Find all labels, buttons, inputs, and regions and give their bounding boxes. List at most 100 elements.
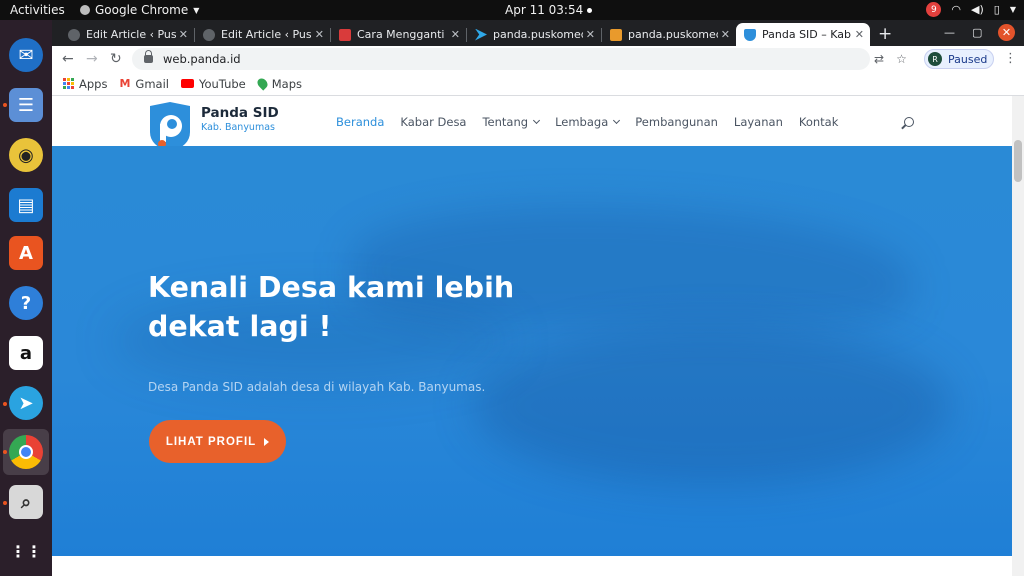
close-icon[interactable]: ✕ [855,28,864,41]
system-top-bar: Activities Google Chrome ▼ Apr 11 03:54 … [0,0,1024,20]
bookmark-maps[interactable]: Maps [255,76,303,91]
show-applications-icon[interactable]: ⋮⋮ [9,534,43,568]
close-icon[interactable]: ✕ [586,28,595,41]
app-center-icon[interactable]: A [9,236,43,270]
thunderbird-icon[interactable]: ✉ [9,38,43,72]
rhythmbox-icon[interactable]: ◉ [9,138,43,172]
clock[interactable]: Apr 11 03:54 [505,3,593,17]
site-brand-sub: Kab. Banyumas [201,122,275,133]
folder-logo-icon [610,28,622,41]
scrollbar-thumb[interactable] [1014,140,1022,182]
amazon-icon[interactable]: a [9,336,43,370]
notification-dot-icon [587,7,593,13]
site-brand[interactable]: Panda SID [201,105,279,121]
chrome-icon[interactable] [9,435,43,469]
close-window-button[interactable]: ✕ [998,24,1015,41]
nav-tentang[interactable]: Tentang [482,115,541,129]
close-icon[interactable]: ✕ [451,28,460,41]
running-indicator [3,402,7,406]
bookmark-label: Apps [79,76,108,91]
battery-icon: ▯ [993,3,1000,16]
power-menu-icon: ▼ [1009,5,1016,14]
address-bar[interactable]: web.panda.id [132,48,870,70]
globe-icon [203,28,215,41]
app-menu[interactable]: Google Chrome ▼ [80,3,199,17]
owl-icon [339,28,351,41]
help-icon[interactable]: ? [9,286,43,320]
search-icon[interactable] [904,117,914,127]
hero-section: Kenali Desa kami lebih dekat lagi ! Desa… [52,146,1012,556]
nav-beranda[interactable]: Beranda [336,115,384,129]
close-icon[interactable]: ✕ [721,28,730,41]
url-text[interactable]: web.panda.id [163,52,241,66]
cta-label: LIHAT PROFIL [165,435,257,448]
browser-toolbar: ← → ↻ web.panda.id ⇄ ☆ R Paused ⋮ [52,46,1024,72]
arrow-logo-icon [475,28,487,41]
nav-lembaga[interactable]: Lembaga [555,115,621,129]
tab-title: panda.puskomed [493,28,583,41]
avatar: R [928,52,942,66]
reload-button[interactable]: ↻ [110,51,122,67]
maximize-button[interactable]: ▢ [972,26,982,39]
tab-panda-puskomed-1[interactable]: panda.puskomed ✕ [467,23,601,46]
writer-document-icon[interactable]: ▤ [9,188,43,222]
nav-pembangunan[interactable]: Pembangunan [635,115,718,129]
bookmark-youtube[interactable]: YouTube [180,76,246,91]
back-button[interactable]: ← [62,51,74,67]
lihat-profil-button[interactable]: LIHAT PROFIL [149,420,286,463]
ubuntu-dock: ✉ ☰ ◉ ▤ A ? a ➤ ⌕ ⋮⋮ [0,20,52,576]
tab-title: Edit Article ‹ Pusk [221,28,311,41]
system-tray[interactable]: 9 ◠ ◀) ▯ ▼ [926,2,1016,17]
wifi-icon: ◠ [951,3,962,16]
tab-edit-article-2[interactable]: Edit Article ‹ Pusk ✕ [195,23,330,46]
tab-cara-mengganti[interactable]: Cara Mengganti ✕ [331,23,466,46]
lock-icon[interactable] [144,50,153,63]
translate-icon[interactable]: ⇄ [874,52,884,66]
forward-button[interactable]: → [86,51,98,67]
nav-layanan[interactable]: Layanan [734,115,783,129]
chrome-menu-icon[interactable]: ⋮ [1004,51,1017,66]
bookmark-label: Gmail [135,76,169,91]
page-scrollbar[interactable] [1012,96,1024,576]
close-icon[interactable]: ✕ [315,28,324,41]
tab-strip: Edit Article ‹ Pusk ✕ Edit Article ‹ Pus… [52,20,1024,46]
omnibox-actions: ⇄ ☆ [874,52,907,66]
web-page: Panda SID Kab. Banyumas Beranda Kabar De… [52,96,1012,576]
chrome-center-icon [19,445,33,459]
notification-badge[interactable]: 9 [926,2,942,17]
telegram-icon[interactable]: ➤ [9,386,43,420]
hero-background-image [472,326,952,486]
main-nav: Beranda Kabar Desa Tentang Lembaga Pemba… [336,115,838,129]
file-cabinet-icon[interactable]: ☰ [9,88,43,122]
bookmark-apps[interactable]: Apps [63,77,107,91]
profile-status: Paused [948,52,988,66]
bookmark-label: YouTube [198,76,246,91]
tab-panda-puskomed-2[interactable]: panda.puskomed ✕ [602,23,736,46]
activities-button[interactable]: Activities [10,3,65,17]
bookmark-gmail[interactable]: M Gmail [119,77,169,91]
close-icon[interactable]: ✕ [179,28,188,41]
nav-kabar-desa[interactable]: Kabar Desa [400,115,466,129]
panda-shield-icon [744,28,756,41]
running-indicator [3,450,7,454]
screenshot-magnifier-icon[interactable]: ⌕ [9,485,43,519]
tab-title: Edit Article ‹ Pusk [86,28,176,41]
bookmark-star-icon[interactable]: ☆ [896,52,907,66]
bookmark-label: Maps [271,76,303,91]
bookmarks-bar: Apps M Gmail YouTube Maps [52,72,1024,96]
new-tab-button[interactable]: + [878,24,892,44]
nav-kontak[interactable]: Kontak [799,115,839,129]
minimize-button[interactable]: — [944,26,955,39]
site-header: Panda SID Kab. Banyumas Beranda Kabar De… [52,96,1012,152]
profile-button[interactable]: R Paused [924,49,994,69]
youtube-icon [180,79,194,88]
tab-title: Panda SID – Kab. [762,28,852,41]
nav-label: Lembaga [555,115,609,129]
clock-label: Apr 11 03:54 [505,3,584,17]
tab-title: Cara Mengganti [357,28,445,41]
volume-icon: ◀) [971,3,984,16]
panda-sid-logo-icon[interactable] [148,102,192,152]
app-menu-label: Google Chrome [95,3,189,17]
tab-panda-sid[interactable]: Panda SID – Kab. ✕ [736,23,870,46]
tab-edit-article-1[interactable]: Edit Article ‹ Pusk ✕ [60,23,194,46]
